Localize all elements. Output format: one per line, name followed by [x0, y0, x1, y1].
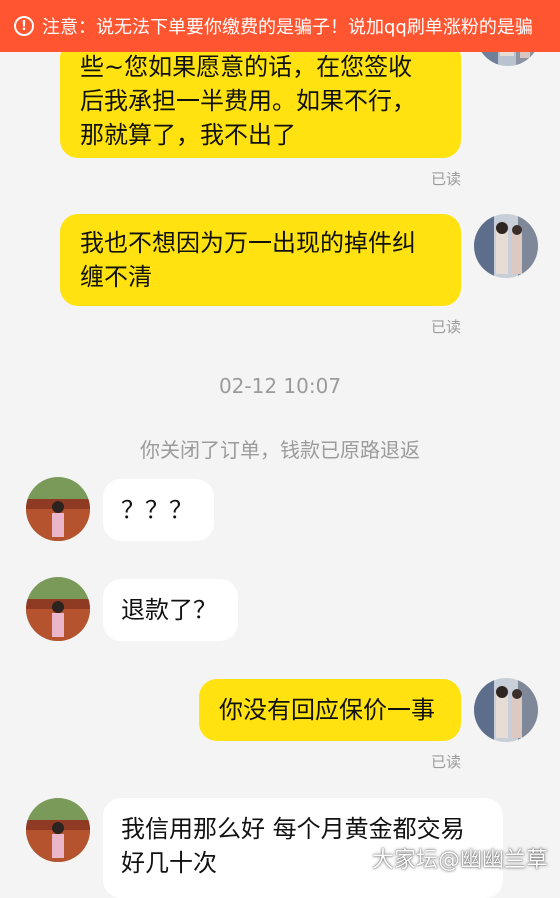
contact-avatar[interactable] [26, 798, 90, 862]
message-text: 退款了？ [121, 596, 217, 624]
message-bubble-sent-3[interactable]: 你没有回应保价一事 [199, 679, 461, 741]
message-bubble-sent-2[interactable]: 我也不想因为万一出现的掉件纠 缠不清 [60, 214, 461, 306]
contact-avatar[interactable] [26, 477, 90, 541]
watermark: 大家坛@幽幽兰草 [371, 848, 548, 873]
message-bubble-sent-1[interactable]: 些~您如果愿意的话，在您签收 后我承担一半费用。如果不行， 那就算了，我不出了 [60, 40, 461, 158]
message-text: 我也不想因为万一出现的掉件纠 缠不清 [80, 229, 416, 291]
contact-avatar[interactable] [26, 577, 90, 641]
read-status: 已读 [431, 318, 462, 336]
scam-warning-banner[interactable]: ! 注意：说无法下单要你缴费的是骗子！说加qq刷单涨粉的是骗 [0, 0, 560, 52]
my-avatar[interactable] [474, 214, 538, 278]
message-bubble-received-1[interactable]: ？？？ [103, 479, 214, 541]
warning-circle-icon: ! [14, 16, 34, 36]
system-message: 你关闭了订单，钱款已原路退返 [140, 438, 420, 462]
read-status: 已读 [431, 753, 462, 771]
message-bubble-received-2[interactable]: 退款了？ [103, 579, 238, 641]
read-status: 已读 [431, 170, 462, 188]
my-avatar[interactable] [474, 678, 538, 742]
message-text: 些~您如果愿意的话，在您签收 后我承担一半费用。如果不行， 那就算了，我不出了 [80, 53, 416, 149]
warning-text: 注意：说无法下单要你缴费的是骗子！说加qq刷单涨粉的是骗 [42, 17, 533, 38]
message-timestamp: 02-12 10:07 [218, 374, 342, 398]
message-text: 你没有回应保价一事 [219, 696, 435, 724]
message-text: ？？？ [121, 496, 193, 524]
